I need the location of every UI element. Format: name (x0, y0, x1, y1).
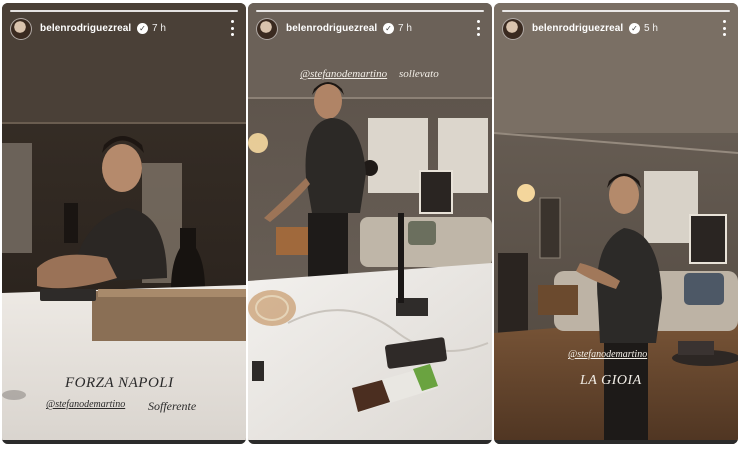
verified-badge-icon: ✓ (629, 23, 640, 34)
caption-headline: LA GIOIA (580, 373, 642, 388)
mention-tag[interactable]: @stefanodemartino (300, 68, 387, 80)
story-header: belenrodriguezreal ✓ 5 h (502, 18, 730, 42)
verified-badge-icon: ✓ (137, 23, 148, 34)
story-bottom-bar (248, 440, 492, 444)
caption-text: Sofferente (148, 399, 197, 413)
profile-avatar[interactable] (10, 18, 32, 40)
story-panel-3[interactable]: belenrodriguezreal ✓ 5 h @stefanodemarti… (494, 3, 738, 444)
story-panel-2[interactable]: belenrodriguezreal ✓ 7 h @stefanodemarti… (248, 3, 492, 444)
post-time: 7 h (398, 23, 412, 34)
story-header: belenrodriguezreal ✓ 7 h (10, 18, 238, 42)
story-progress-bar (10, 10, 238, 12)
username[interactable]: belenrodriguezreal (286, 23, 377, 34)
mention-tag[interactable]: @stefanodemartino (46, 399, 125, 410)
caption-headline: FORZA NAPOLI (65, 375, 174, 391)
story-header: belenrodriguezreal ✓ 7 h (256, 18, 484, 42)
story-progress-bar (256, 10, 484, 12)
more-options-icon[interactable] (474, 20, 482, 36)
post-time: 7 h (152, 23, 166, 34)
mention-tag[interactable]: @stefanodemartino (568, 349, 647, 360)
verified-badge-icon: ✓ (383, 23, 394, 34)
username[interactable]: belenrodriguezreal (40, 23, 131, 34)
story-panel-1[interactable]: belenrodriguezreal ✓ 7 h FORZA NAPOLI @s… (2, 3, 246, 444)
story-bottom-bar (494, 440, 738, 444)
more-options-icon[interactable] (720, 20, 728, 36)
profile-avatar[interactable] (256, 18, 278, 40)
caption-text: sollevato (399, 68, 439, 80)
more-options-icon[interactable] (228, 20, 236, 36)
post-time: 5 h (644, 23, 658, 34)
username[interactable]: belenrodriguezreal (532, 23, 623, 34)
story-bottom-bar (2, 440, 246, 444)
story-progress-bar (502, 10, 730, 12)
profile-avatar[interactable] (502, 18, 524, 40)
